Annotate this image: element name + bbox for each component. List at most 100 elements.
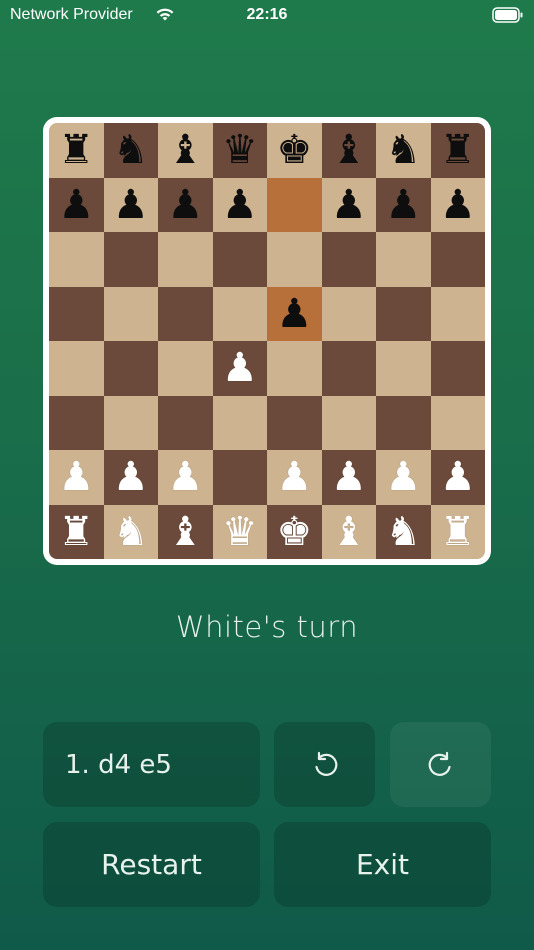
square-f7[interactable]: ♟	[321, 177, 376, 232]
square-b5[interactable]	[103, 286, 158, 341]
white-knight-icon[interactable]: ♞	[385, 512, 421, 552]
chess-board[interactable]: ♜ ♞ ♝ ♛ ♚ ♝ ♞ ♜ ♟ ♟ ♟ ♟ ♟ ♟ ♟ ♟ ♟ ♟ ♟ ♟ ♟ ♟ ♟ ♟ ♜ ♞ ♝ ♛ ♚ ♝ ♞ ♜	[49, 123, 485, 559]
square-f2[interactable]: ♟	[321, 450, 376, 505]
square-b4[interactable]	[103, 341, 158, 396]
square-c6[interactable]	[158, 232, 213, 287]
square-f8[interactable]: ♝	[321, 123, 376, 178]
square-h2[interactable]: ♟	[430, 450, 485, 505]
square-d7[interactable]: ♟	[212, 177, 267, 232]
redo-button[interactable]	[390, 722, 491, 807]
square-c4[interactable]	[158, 341, 213, 396]
square-d3[interactable]	[212, 395, 267, 450]
square-f1[interactable]: ♝	[321, 504, 376, 559]
square-h4[interactable]	[430, 341, 485, 396]
square-d6[interactable]	[212, 232, 267, 287]
square-c5[interactable]	[158, 286, 213, 341]
square-d4[interactable]: ♟	[212, 341, 267, 396]
white-pawn-icon[interactable]: ♟	[113, 457, 149, 497]
square-g1[interactable]: ♞	[376, 504, 431, 559]
square-g8[interactable]: ♞	[376, 123, 431, 178]
square-d8[interactable]: ♛	[212, 123, 267, 178]
white-pawn-icon[interactable]: ♟	[440, 457, 476, 497]
square-g5[interactable]	[376, 286, 431, 341]
square-b1[interactable]: ♞	[103, 504, 158, 559]
square-b8[interactable]: ♞	[103, 123, 158, 178]
black-pawn-icon[interactable]: ♟	[331, 185, 367, 225]
black-pawn-icon[interactable]: ♟	[113, 185, 149, 225]
square-g7[interactable]: ♟	[376, 177, 431, 232]
square-b7[interactable]: ♟	[103, 177, 158, 232]
square-e3[interactable]	[267, 395, 322, 450]
white-rook-icon[interactable]: ♜	[58, 512, 94, 552]
white-pawn-icon[interactable]: ♟	[385, 457, 421, 497]
restart-button[interactable]: Restart	[43, 822, 260, 907]
square-a3[interactable]	[49, 395, 104, 450]
square-a6[interactable]	[49, 232, 104, 287]
square-a8[interactable]: ♜	[49, 123, 104, 178]
white-rook-icon[interactable]: ♜	[440, 512, 476, 552]
square-a1[interactable]: ♜	[49, 504, 104, 559]
square-f4[interactable]	[321, 341, 376, 396]
white-bishop-icon[interactable]: ♝	[167, 512, 203, 552]
square-g2[interactable]: ♟	[376, 450, 431, 505]
black-pawn-icon[interactable]: ♟	[222, 185, 258, 225]
white-pawn-icon[interactable]: ♟	[222, 348, 258, 388]
square-b3[interactable]	[103, 395, 158, 450]
square-e6[interactable]	[267, 232, 322, 287]
white-pawn-icon[interactable]: ♟	[58, 457, 94, 497]
white-pawn-icon[interactable]: ♟	[276, 457, 312, 497]
square-e7[interactable]	[267, 177, 322, 232]
white-pawn-icon[interactable]: ♟	[167, 457, 203, 497]
square-d5[interactable]	[212, 286, 267, 341]
black-rook-icon[interactable]: ♜	[58, 130, 94, 170]
square-e4[interactable]	[267, 341, 322, 396]
black-queen-icon[interactable]: ♛	[222, 130, 258, 170]
square-f5[interactable]	[321, 286, 376, 341]
square-g3[interactable]	[376, 395, 431, 450]
undo-button[interactable]	[274, 722, 375, 807]
black-pawn-icon[interactable]: ♟	[167, 185, 203, 225]
move-history-button[interactable]: 1. d4 e5	[43, 722, 260, 807]
white-king-icon[interactable]: ♚	[276, 512, 312, 552]
square-g6[interactable]	[376, 232, 431, 287]
white-pawn-icon[interactable]: ♟	[331, 457, 367, 497]
black-pawn-icon[interactable]: ♟	[385, 185, 421, 225]
square-c8[interactable]: ♝	[158, 123, 213, 178]
black-king-icon[interactable]: ♚	[276, 130, 312, 170]
black-pawn-icon[interactable]: ♟	[440, 185, 476, 225]
black-bishop-icon[interactable]: ♝	[331, 130, 367, 170]
square-d1[interactable]: ♛	[212, 504, 267, 559]
square-h7[interactable]: ♟	[430, 177, 485, 232]
black-knight-icon[interactable]: ♞	[113, 130, 149, 170]
square-h8[interactable]: ♜	[430, 123, 485, 178]
black-rook-icon[interactable]: ♜	[440, 130, 476, 170]
square-c1[interactable]: ♝	[158, 504, 213, 559]
square-c3[interactable]	[158, 395, 213, 450]
black-knight-icon[interactable]: ♞	[385, 130, 421, 170]
square-e2[interactable]: ♟	[267, 450, 322, 505]
square-c7[interactable]: ♟	[158, 177, 213, 232]
square-a7[interactable]: ♟	[49, 177, 104, 232]
square-h5[interactable]	[430, 286, 485, 341]
black-pawn-icon[interactable]: ♟	[58, 185, 94, 225]
square-e8[interactable]: ♚	[267, 123, 322, 178]
square-h3[interactable]	[430, 395, 485, 450]
white-queen-icon[interactable]: ♛	[222, 512, 258, 552]
square-d2[interactable]	[212, 450, 267, 505]
square-e1[interactable]: ♚	[267, 504, 322, 559]
white-knight-icon[interactable]: ♞	[113, 512, 149, 552]
square-e5[interactable]: ♟	[267, 286, 322, 341]
square-c2[interactable]: ♟	[158, 450, 213, 505]
square-a5[interactable]	[49, 286, 104, 341]
square-f3[interactable]	[321, 395, 376, 450]
square-a2[interactable]: ♟	[49, 450, 104, 505]
exit-button[interactable]: Exit	[274, 822, 491, 907]
square-a4[interactable]	[49, 341, 104, 396]
square-b2[interactable]: ♟	[103, 450, 158, 505]
square-h1[interactable]: ♜	[430, 504, 485, 559]
white-bishop-icon[interactable]: ♝	[331, 512, 367, 552]
black-bishop-icon[interactable]: ♝	[167, 130, 203, 170]
square-g4[interactable]	[376, 341, 431, 396]
square-b6[interactable]	[103, 232, 158, 287]
square-h6[interactable]	[430, 232, 485, 287]
